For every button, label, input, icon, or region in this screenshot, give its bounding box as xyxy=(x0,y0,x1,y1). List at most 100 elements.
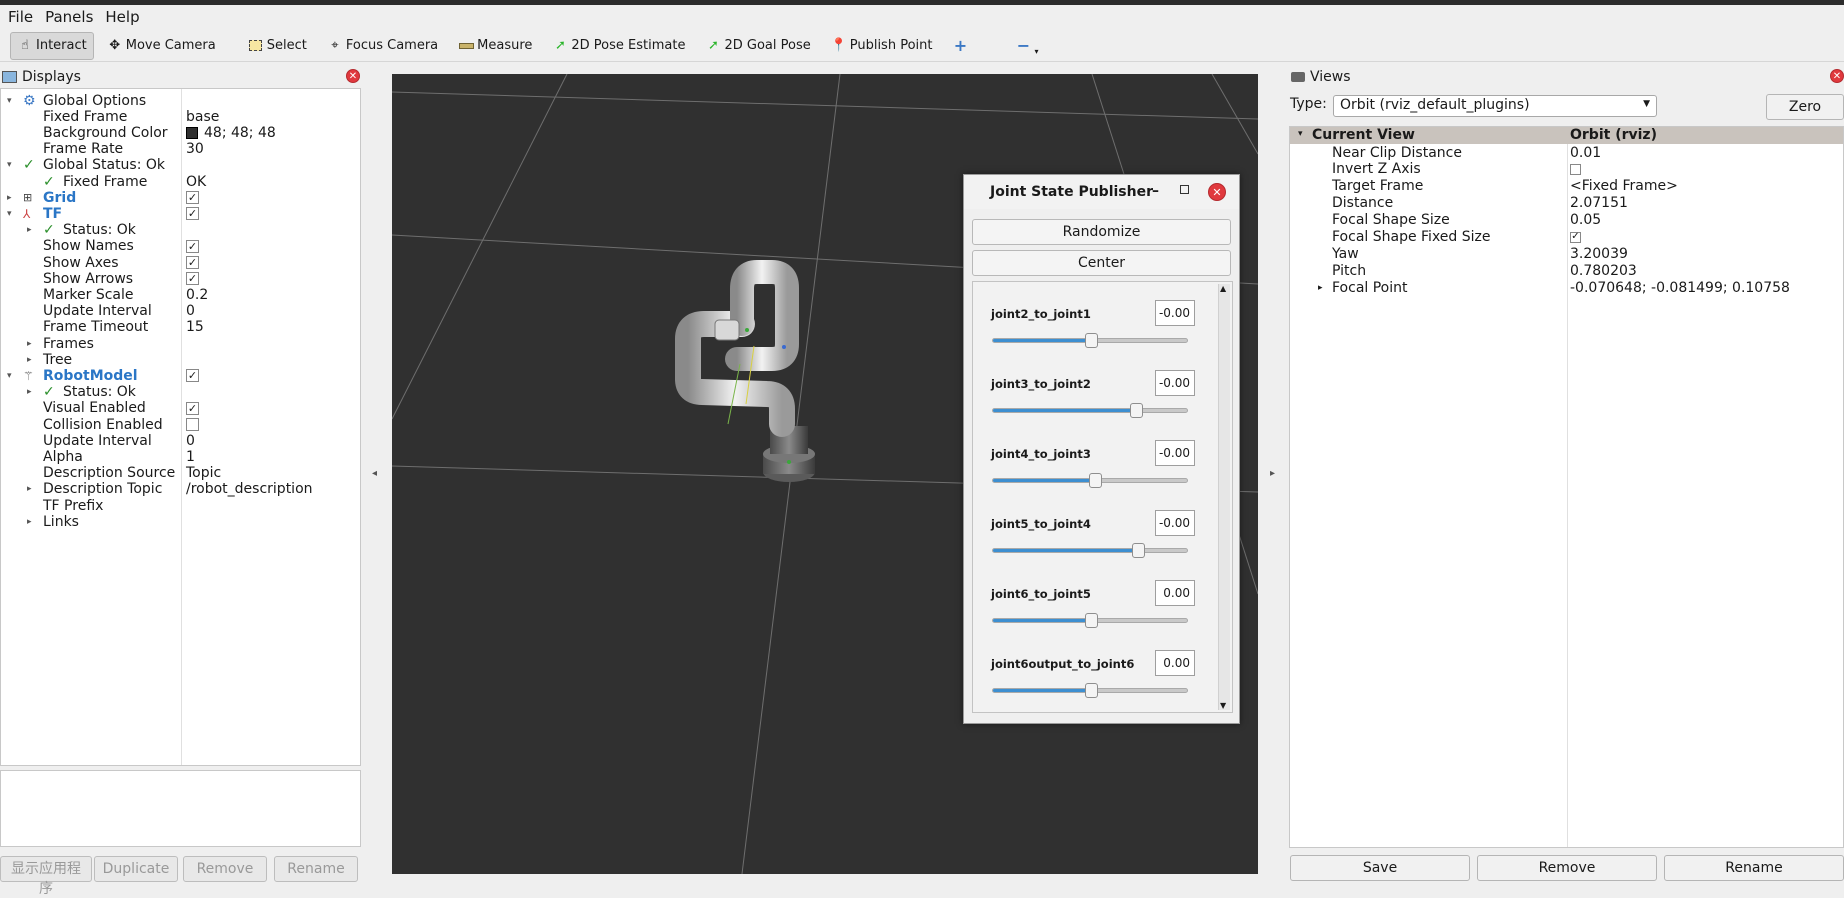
rename-view-button[interactable]: Rename xyxy=(1664,855,1844,881)
view-property-value[interactable]: 0.780203 xyxy=(1570,263,1637,279)
view-property-row[interactable]: ▸ Focal Point -0.070648; -0.081499; 0.1075… xyxy=(1290,279,1843,296)
joint-slider[interactable] xyxy=(992,333,1188,348)
view-property-row[interactable]: Yaw 3.20039 xyxy=(1290,245,1843,262)
collapse-right-icon[interactable]: ▸ xyxy=(1270,468,1275,479)
view-property-value[interactable]: -0.070648; -0.081499; 0.10758 xyxy=(1570,280,1790,296)
checkbox[interactable] xyxy=(1570,163,1581,175)
joint-slider[interactable] xyxy=(992,473,1188,488)
checkbox[interactable]: ✓ xyxy=(186,191,199,205)
view-property-row[interactable]: Distance 2.07151 xyxy=(1290,195,1843,212)
remove-display-button[interactable]: Remove xyxy=(183,856,267,882)
view-property-value[interactable]: 0.05 xyxy=(1570,212,1601,228)
joint-list-scrollbar[interactable]: ▲ ▼ xyxy=(1218,284,1230,710)
checkbox[interactable]: ✓ xyxy=(186,401,199,415)
expand-arrow-icon[interactable]: ▸ xyxy=(27,355,32,365)
collapse-arrow-icon[interactable]: ▾ xyxy=(7,371,12,381)
expand-arrow-icon[interactable]: ▸ xyxy=(27,517,32,527)
slider-thumb[interactable] xyxy=(1085,613,1098,628)
view-property-row[interactable]: Invert Z Axis xyxy=(1290,161,1843,178)
joint-value-field[interactable]: -0.00 xyxy=(1155,440,1195,466)
checkbox[interactable] xyxy=(186,418,199,431)
joint-slider[interactable] xyxy=(992,613,1188,628)
joint-slider[interactable] xyxy=(992,403,1188,418)
checkbox[interactable]: ✓ xyxy=(186,239,199,253)
joint-slider[interactable] xyxy=(992,543,1188,558)
display-row-value[interactable]: base xyxy=(186,109,219,125)
checkbox[interactable]: ✓ xyxy=(1570,231,1581,243)
expand-arrow-icon[interactable]: ▸ xyxy=(1318,283,1323,293)
collapse-arrow-icon[interactable]: ▾ xyxy=(7,209,12,219)
view-property-row[interactable]: Pitch 0.780203 xyxy=(1290,262,1843,279)
displays-close-icon[interactable]: ✕ xyxy=(346,69,360,83)
checkbox[interactable]: ✓ xyxy=(186,207,199,221)
add-display-button[interactable]: 显示应用程序 xyxy=(0,856,92,897)
current-view-header[interactable]: ▾ Current View Orbit (rviz) xyxy=(1290,127,1843,144)
maximize-icon[interactable] xyxy=(1180,185,1189,194)
pose-estimate-tool-button[interactable]: ➚ 2D Pose Estimate xyxy=(545,32,692,60)
expand-arrow-icon[interactable]: ▸ xyxy=(7,193,12,203)
display-row-value[interactable]: 0 xyxy=(186,433,195,449)
display-row-value[interactable]: 48; 48; 48 xyxy=(204,125,276,141)
view-property-value[interactable]: 3.20039 xyxy=(1570,246,1628,262)
expand-arrow-icon[interactable]: ▸ xyxy=(27,387,32,397)
view-property-value[interactable]: 2.07151 xyxy=(1570,195,1628,211)
menu-file[interactable]: File xyxy=(8,8,33,26)
duplicate-display-button[interactable]: Duplicate xyxy=(94,856,178,882)
joint-value-field[interactable]: -0.00 xyxy=(1155,370,1195,396)
interact-tool-button[interactable]: ☝ Interact xyxy=(10,31,94,60)
display-row-value[interactable]: OK xyxy=(186,174,206,190)
move-camera-tool-button[interactable]: ✥ Move Camera xyxy=(100,32,223,60)
checkbox[interactable]: ✓ xyxy=(186,272,199,286)
color-swatch[interactable] xyxy=(186,126,198,139)
rename-display-button[interactable]: Rename xyxy=(274,856,358,882)
save-view-button[interactable]: Save xyxy=(1290,855,1470,881)
view-property-row[interactable]: Near Clip Distance 0.01 xyxy=(1290,144,1843,161)
joint-value-field[interactable]: -0.00 xyxy=(1155,300,1195,326)
zero-button[interactable]: Zero xyxy=(1766,94,1844,120)
jsp-close-icon[interactable]: ✕ xyxy=(1208,183,1226,201)
view-type-select[interactable]: Orbit (rviz_default_plugins) ▼ xyxy=(1333,95,1657,117)
views-close-icon[interactable]: ✕ xyxy=(1830,69,1844,83)
joint-value-field[interactable]: -0.00 xyxy=(1155,510,1195,536)
joint-value-field[interactable]: 0.00 xyxy=(1155,580,1195,606)
publish-point-tool-button[interactable]: 📍 Publish Point xyxy=(824,32,940,60)
collapse-arrow-icon[interactable]: ▾ xyxy=(7,96,12,106)
minimize-icon[interactable]: – xyxy=(1152,183,1159,199)
select-tool-button[interactable]: Select xyxy=(241,32,314,60)
display-row-value[interactable]: 15 xyxy=(186,319,204,335)
scroll-down-icon[interactable]: ▼ xyxy=(1220,701,1226,710)
focus-camera-tool-button[interactable]: ⌖ Focus Camera xyxy=(320,32,445,60)
view-property-value[interactable]: 0.01 xyxy=(1570,145,1601,161)
display-tree-row[interactable]: ▸ Links xyxy=(1,512,360,531)
slider-thumb[interactable] xyxy=(1088,473,1102,488)
expand-arrow-icon[interactable]: ▸ xyxy=(27,225,32,235)
view-property-row[interactable]: Focal Shape Fixed Size ✓ xyxy=(1290,229,1843,246)
display-row-value[interactable]: Topic xyxy=(186,465,221,481)
menu-panels[interactable]: Panels xyxy=(45,8,93,26)
joint-value-field[interactable]: 0.00 xyxy=(1155,650,1195,676)
display-row-value[interactable]: 30 xyxy=(186,141,204,157)
remove-tool-button[interactable]: − ▾ xyxy=(1008,32,1045,60)
randomize-button[interactable]: Randomize xyxy=(972,219,1231,245)
view-property-row[interactable]: Target Frame <Fixed Frame> xyxy=(1290,178,1843,195)
center-button[interactable]: Center xyxy=(972,250,1231,276)
expand-arrow-icon[interactable]: ▾ xyxy=(1298,129,1303,139)
display-row-value[interactable]: 0 xyxy=(186,303,195,319)
display-row-value[interactable]: 0.2 xyxy=(186,287,208,303)
goal-pose-tool-button[interactable]: ➚ 2D Goal Pose xyxy=(698,32,817,60)
display-row-value[interactable]: /robot_description xyxy=(186,481,313,497)
checkbox[interactable]: ✓ xyxy=(186,256,199,269)
slider-thumb[interactable] xyxy=(1085,683,1098,698)
expand-arrow-icon[interactable]: ▸ xyxy=(27,339,32,349)
jsp-titlebar[interactable]: Joint State Publisher – ✕ xyxy=(964,175,1239,209)
measure-tool-button[interactable]: Measure xyxy=(451,32,539,60)
collapse-left-icon[interactable]: ◂ xyxy=(372,468,377,479)
view-property-row[interactable]: Focal Shape Size 0.05 xyxy=(1290,212,1843,229)
slider-thumb[interactable] xyxy=(1085,333,1098,348)
menu-help[interactable]: Help xyxy=(105,8,139,26)
view-property-value[interactable]: <Fixed Frame> xyxy=(1570,178,1678,194)
slider-thumb[interactable] xyxy=(1130,403,1144,418)
remove-view-button[interactable]: Remove xyxy=(1477,855,1657,881)
checkbox[interactable]: ✓ xyxy=(186,369,199,383)
collapse-arrow-icon[interactable]: ▾ xyxy=(7,160,12,170)
